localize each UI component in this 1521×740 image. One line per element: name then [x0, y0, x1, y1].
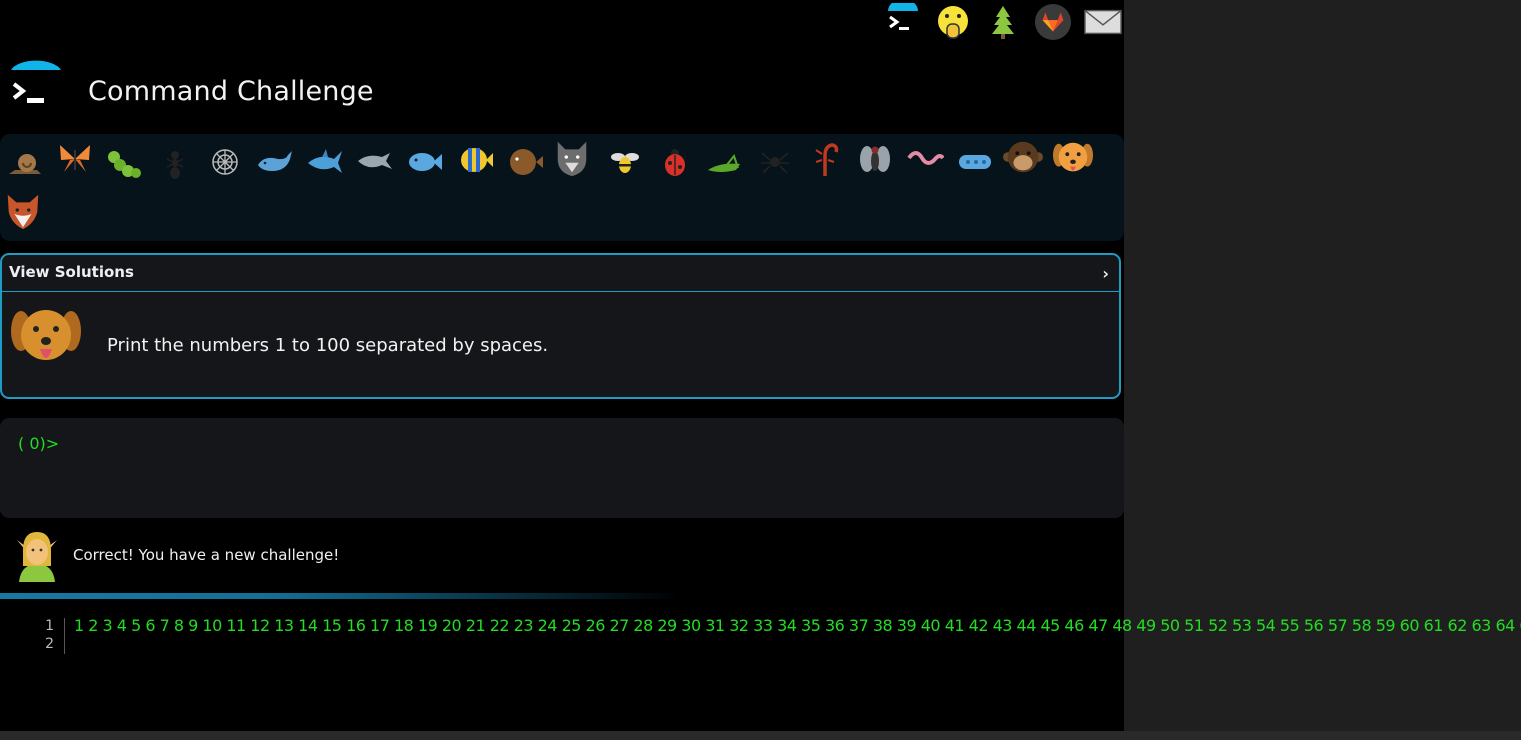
page-title: Command Challenge — [88, 76, 374, 107]
spider-icon[interactable] — [755, 142, 795, 182]
worm-icon[interactable] — [905, 141, 945, 181]
spider-web-icon[interactable] — [205, 142, 245, 182]
butterfly-icon[interactable] — [55, 139, 95, 179]
view-solutions-toggle[interactable]: View Solutions › — [2, 255, 1119, 292]
line-number-gutter: 1 2 — [38, 618, 65, 654]
bee-icon[interactable] — [605, 142, 645, 182]
hand-over-mouth-emoji-icon[interactable] — [934, 3, 972, 41]
cricket-icon[interactable] — [705, 144, 745, 184]
terminal-prompt: ( 0)> — [18, 434, 60, 453]
shark-icon[interactable] — [305, 142, 345, 182]
ladybug-icon[interactable] — [655, 142, 695, 182]
command-output: 1 2 1 2 3 4 5 6 7 8 9 10 11 12 13 14 15 … — [0, 612, 1521, 672]
output-line: 1 2 3 4 5 6 7 8 9 10 11 12 13 14 15 16 1… — [74, 616, 1521, 635]
fox-icon[interactable] — [3, 191, 43, 231]
scorpion-icon[interactable] — [805, 139, 845, 179]
snail-icon[interactable] — [5, 142, 45, 182]
top-nav — [872, 0, 1122, 44]
microbe-icon[interactable] — [955, 142, 995, 182]
blowfish-icon[interactable] — [505, 141, 545, 181]
gitlab-icon[interactable] — [1034, 3, 1072, 41]
terminal-logo-icon[interactable] — [884, 3, 922, 41]
terminal-input[interactable]: ( 0)> — [0, 418, 1124, 518]
whale-icon[interactable] — [255, 142, 295, 182]
tropical-fish-icon[interactable] — [455, 140, 495, 180]
wolf-icon[interactable] — [552, 138, 592, 178]
dog-icon — [10, 305, 82, 373]
chevron-right-icon: › — [1102, 264, 1109, 283]
caterpillar-icon[interactable] — [105, 144, 145, 184]
line-number: 2 — [45, 636, 54, 652]
view-solutions-label: View Solutions — [9, 263, 134, 281]
dog-icon[interactable] — [1053, 138, 1093, 178]
terminal-logo-icon[interactable] — [10, 58, 64, 112]
elf-icon — [15, 530, 59, 586]
dolphin-icon[interactable] — [355, 142, 395, 182]
divider — [0, 593, 680, 599]
ant-icon[interactable] — [155, 144, 195, 184]
challenge-task-text: Print the numbers 1 to 100 separated by … — [107, 335, 549, 356]
challenge-panel: View Solutions › Print the numbers 1 to … — [0, 253, 1121, 399]
monkey-icon[interactable] — [1003, 138, 1043, 178]
fly-icon[interactable] — [855, 140, 895, 180]
feedback-message: Correct! You have a new challenge! — [73, 546, 340, 564]
line-number: 1 — [45, 618, 54, 634]
window-bottom-edge — [0, 731, 1521, 740]
challenge-animals-bar — [0, 134, 1124, 241]
fish-icon[interactable] — [405, 142, 445, 182]
tree-icon[interactable] — [984, 3, 1022, 41]
envelope-icon[interactable] — [1084, 3, 1122, 41]
